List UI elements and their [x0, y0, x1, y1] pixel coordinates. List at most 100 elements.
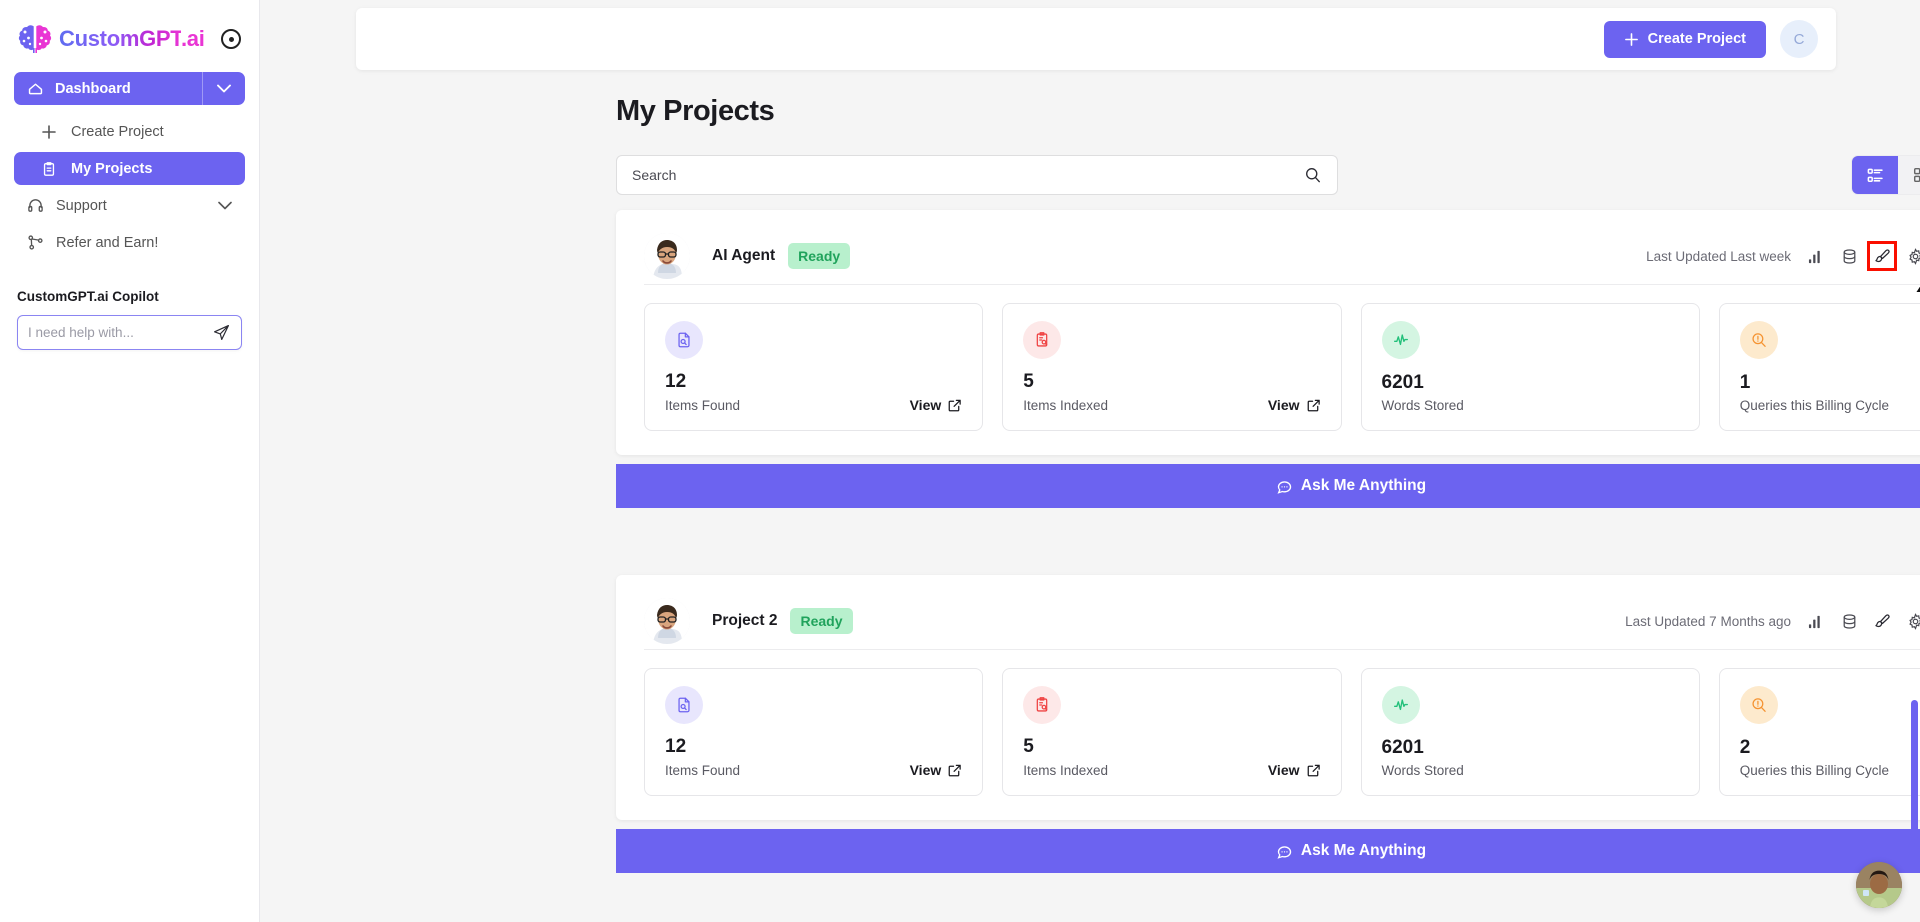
search-input-wrapper[interactable] — [616, 155, 1338, 195]
last-updated-label: Last Updated 7 Months ago — [1625, 613, 1791, 629]
pulse-icon — [1381, 321, 1420, 359]
project-avatar — [644, 233, 690, 279]
sidebar-item-support[interactable]: Support — [14, 189, 245, 222]
stat-view-link[interactable]: View — [910, 397, 963, 413]
paintbrush-icon[interactable] — [1867, 241, 1897, 271]
project-name: Project 2 — [712, 612, 778, 629]
external-link-icon — [947, 763, 962, 778]
sidebar-nav: Dashboard Create Project My Projects Sup… — [0, 58, 259, 259]
stat-label: Items Found — [665, 762, 741, 778]
stat-view-label: View — [909, 762, 942, 778]
status-badge: Ready — [790, 608, 853, 634]
stat-view-label: View — [1267, 397, 1300, 413]
support-chat-widget[interactable] — [1856, 862, 1902, 908]
sidebar-item-create-project[interactable]: Create Project — [14, 115, 245, 148]
copilot-input-wrapper[interactable] — [17, 315, 242, 350]
stat-label: Items Indexed — [1023, 762, 1109, 778]
stat-value: 12 — [665, 736, 687, 757]
controls-row: All Time Newest First — [616, 155, 1920, 195]
home-icon — [27, 80, 44, 97]
circle-dot-icon[interactable] — [221, 29, 241, 49]
status-badge: Ready — [788, 243, 851, 269]
stat-view-link[interactable]: View — [1268, 762, 1321, 778]
sidebar-item-support-label: Support — [56, 197, 107, 214]
paper-plane-icon[interactable] — [212, 323, 231, 342]
project-card: Project 2 Ready Last Updated 7 Months ag… — [616, 575, 1920, 820]
analytics-icon[interactable] — [1805, 245, 1827, 267]
plus-icon — [41, 124, 57, 140]
scrollbar[interactable] — [1908, 0, 1920, 922]
project-header-actions: Last Updated Last week — [1646, 241, 1920, 271]
sidebar-item-refer-and-earn-label: Refer and Earn! — [56, 234, 159, 251]
list-view-icon[interactable] — [1852, 156, 1898, 194]
sidebar-item-my-projects-label: My Projects — [71, 160, 153, 177]
clipboard-search-icon — [1023, 686, 1062, 724]
sidebar-subnav: Create Project My Projects Support Refer… — [14, 115, 245, 259]
database-icon[interactable] — [1838, 245, 1860, 267]
ask-me-anything-bar[interactable]: Ask Me Anything — [616, 829, 1920, 873]
plus-icon — [1624, 32, 1639, 47]
external-link-icon — [947, 398, 962, 413]
project-header-actions: Last Updated 7 Months ago — [1625, 610, 1920, 632]
analytics-icon[interactable] — [1805, 610, 1827, 632]
stat-label: Items Found — [665, 397, 741, 413]
create-project-button[interactable]: Create Project — [1603, 20, 1766, 58]
project-card: AI Agent Ready Last Updated Last week 12… — [616, 210, 1920, 455]
project-header: AI Agent Ready Last Updated Last week — [616, 210, 1920, 284]
stat-label: Items Indexed — [1023, 397, 1109, 413]
stat-footer: Items Found View — [665, 762, 962, 778]
file-search-icon — [665, 686, 703, 724]
project-action-icons — [1805, 241, 1920, 271]
file-search-icon — [665, 321, 703, 359]
external-link-icon — [1306, 763, 1321, 778]
magnifier-alert-icon — [1739, 321, 1778, 359]
stat-card-items-indexed: 5 Items Indexed View — [1002, 303, 1342, 431]
sidebar-item-refer-and-earn[interactable]: Refer and Earn! — [14, 226, 245, 259]
copilot-title: CustomGPT.ai Copilot — [17, 289, 159, 304]
scrollbar-thumb[interactable] — [1911, 700, 1918, 840]
stat-view-label: View — [1267, 762, 1300, 778]
avatar-initial: C — [1793, 30, 1805, 48]
project-avatar — [644, 598, 690, 644]
project-name: AI Agent — [712, 247, 776, 264]
stat-value: 6201 — [1381, 372, 1424, 393]
project-header: Project 2 Ready Last Updated 7 Months ag… — [616, 575, 1920, 649]
external-link-icon — [1306, 398, 1321, 413]
chevron-down-icon[interactable] — [203, 72, 245, 105]
stat-value: 2 — [1739, 737, 1751, 758]
stat-footer: Items Indexed View — [1023, 397, 1320, 413]
avatar[interactable]: C — [1780, 20, 1818, 58]
search-input[interactable] — [632, 167, 1304, 183]
search-icon[interactable] — [1304, 166, 1322, 184]
chevron-down-icon[interactable] — [218, 201, 232, 210]
brain-icon — [18, 24, 52, 54]
last-updated-label: Last Updated Last week — [1646, 248, 1791, 264]
stat-card-items-indexed: 5 Items Indexed View — [1002, 668, 1342, 796]
sidebar-item-dashboard[interactable]: Dashboard — [14, 72, 245, 105]
ask-me-anything-bar[interactable]: Ask Me Anything — [616, 464, 1920, 508]
project-stats: 12 Items Found View 5 Items Indexed View… — [616, 650, 1920, 796]
stat-value: 1 — [1739, 372, 1751, 393]
stat-value: 12 — [665, 371, 687, 392]
stat-footer: Words Stored — [1382, 398, 1679, 413]
project-action-icons — [1805, 610, 1920, 632]
copilot-input[interactable] — [28, 325, 212, 340]
chat-bubble-icon — [1276, 478, 1293, 495]
ask-me-anything-label: Ask Me Anything — [1300, 477, 1427, 494]
magnifier-alert-icon — [1739, 686, 1778, 724]
stat-view-link[interactable]: View — [1268, 397, 1321, 413]
paintbrush-icon[interactable] — [1871, 610, 1893, 632]
stat-view-label: View — [909, 397, 942, 413]
pulse-icon — [1381, 686, 1420, 724]
sidebar-item-dashboard-label: Dashboard — [55, 80, 131, 97]
brand-logo-text: CustomGPT.ai — [59, 26, 205, 52]
stat-footer: Items Indexed View — [1023, 762, 1320, 778]
stat-footer: Items Found View — [665, 397, 962, 413]
database-icon[interactable] — [1838, 610, 1860, 632]
stat-card-words-stored: 6201 Words Stored — [1360, 303, 1700, 431]
sidebar-logo-row: CustomGPT.ai — [0, 0, 259, 58]
stat-card-queries: 2 Queries this Billing Cycle — [1718, 668, 1920, 796]
sidebar-item-my-projects[interactable]: My Projects — [14, 152, 245, 185]
sidebar-item-create-project-label: Create Project — [71, 123, 164, 140]
stat-view-link[interactable]: View — [910, 762, 963, 778]
